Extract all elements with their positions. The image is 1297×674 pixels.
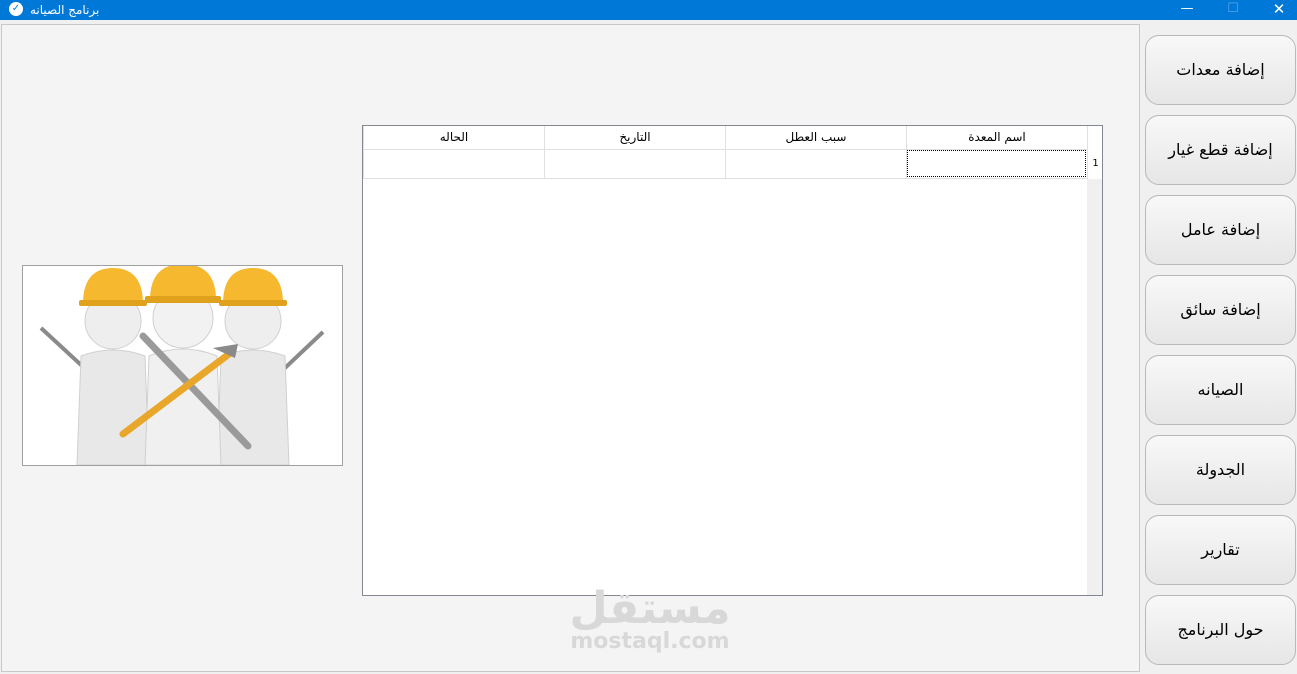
schedule-button[interactable]: الجدولة	[1145, 435, 1296, 505]
maximize-button[interactable]: ☐	[1210, 0, 1256, 20]
row-number[interactable]: 1	[1087, 149, 1102, 179]
add-spare-parts-button[interactable]: إضافة قطع غيار	[1145, 115, 1296, 185]
column-header-date[interactable]: التاريخ	[544, 126, 725, 149]
workers-picture	[22, 265, 343, 466]
title-bar: ✓ برنامج الصيانه — ☐ ✕	[0, 0, 1297, 20]
row-header-strip	[1087, 179, 1102, 595]
about-button[interactable]: حول البرنامج	[1145, 595, 1296, 665]
grid-corner-header	[1087, 126, 1102, 149]
grid-header: اسم المعدة سبب العطل التاريخ الحاله	[363, 126, 1087, 150]
cell-equipment[interactable]	[906, 149, 1087, 178]
cell-fault-reason[interactable]	[725, 149, 906, 178]
add-worker-button[interactable]: إضافة عامل	[1145, 195, 1296, 265]
cell-date[interactable]	[544, 149, 725, 178]
minimize-button[interactable]: —	[1164, 0, 1210, 20]
add-equipment-button[interactable]: إضافة معدات	[1145, 35, 1296, 105]
window-title: برنامج الصيانه	[30, 3, 100, 17]
column-header-status[interactable]: الحاله	[363, 126, 544, 149]
reports-button[interactable]: تقارير	[1145, 515, 1296, 585]
maintenance-button[interactable]: الصيانه	[1145, 355, 1296, 425]
column-header-fault-reason[interactable]: سبب العطل	[725, 126, 906, 149]
watermark: مستقل mostaql.com	[560, 584, 740, 664]
table-row[interactable]	[363, 149, 1087, 179]
maintenance-grid[interactable]: اسم المعدة سبب العطل التاريخ الحاله 1	[362, 125, 1103, 596]
app-window: ✓ برنامج الصيانه — ☐ ✕ اسم المعدة سبب ال…	[0, 0, 1297, 674]
watermark-english: mostaql.com	[570, 629, 730, 654]
column-header-equipment[interactable]: اسم المعدة	[906, 126, 1087, 149]
cell-status[interactable]	[363, 149, 544, 178]
close-button[interactable]: ✕	[1256, 0, 1297, 20]
check-icon: ✓	[9, 2, 23, 16]
watermark-arabic: مستقل	[569, 583, 731, 634]
add-driver-button[interactable]: إضافة سائق	[1145, 275, 1296, 345]
